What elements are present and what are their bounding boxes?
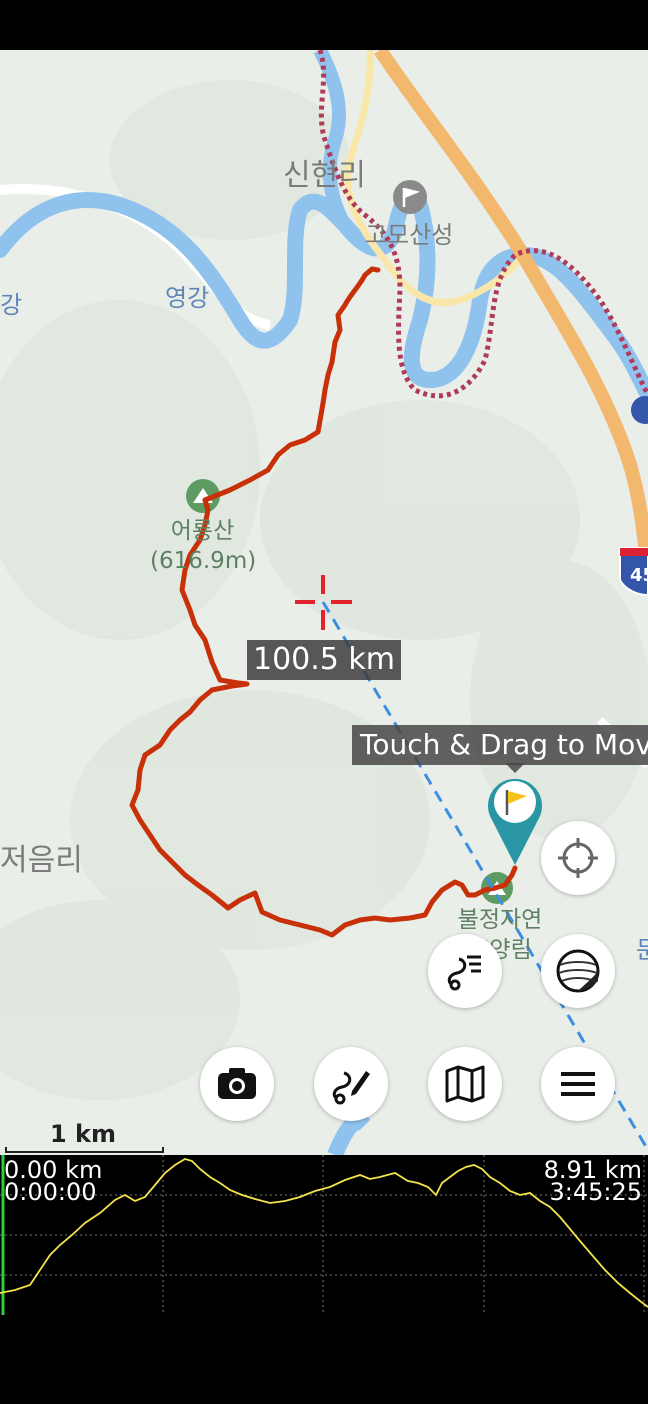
start-time: 0:00:00: [4, 1178, 97, 1206]
menu-button[interactable]: [541, 1047, 615, 1121]
layers-icon: [556, 949, 600, 993]
place-fortress: 고모산성: [365, 221, 454, 249]
maps-button[interactable]: [428, 1047, 502, 1121]
scale-label: 1 km: [50, 1120, 117, 1148]
map-icon: [445, 1065, 485, 1103]
place-right-edge: 문: [636, 936, 648, 964]
place-river-edge: 강: [0, 291, 23, 319]
end-time: 3:45:25: [549, 1178, 642, 1206]
scale-bar: [5, 1147, 164, 1153]
forest-line-1: 불정자연: [457, 907, 543, 933]
tooltip-arrow: [505, 763, 525, 773]
draw-route-icon: [332, 1071, 370, 1105]
fortress-flag-icon: [393, 180, 427, 214]
mountain-elevation: (616.9m): [150, 548, 257, 574]
track-list-icon: [447, 955, 481, 991]
camera-icon: [218, 1068, 256, 1099]
river-south: [327, 1114, 371, 1155]
draw-route-button[interactable]: [314, 1047, 388, 1121]
highway-number: 45: [630, 565, 648, 586]
locate-button[interactable]: [541, 821, 615, 895]
map-view[interactable]: 신현리 고모산성 영강 강 어룡산 (616.9m) 저음리 불정자연 휴양림 …: [0, 50, 648, 1155]
place-mountain: 어룡산 (616.9m): [150, 516, 257, 576]
layers-button[interactable]: [541, 934, 615, 1008]
flag-pin-icon[interactable]: [487, 778, 542, 865]
elevation-end: 8.91 km 3:45:25: [544, 1158, 642, 1206]
navigation-bar: [0, 1315, 648, 1404]
place-village-top: 신현리: [283, 158, 366, 193]
status-bar: [0, 0, 648, 50]
distance-label: 100.5 km: [247, 640, 402, 680]
camera-button[interactable]: [200, 1047, 274, 1121]
menu-icon: [561, 1072, 595, 1096]
place-village-left: 저음리: [0, 843, 83, 878]
highway-shield-edge: [631, 396, 648, 424]
crosshair-icon: [558, 838, 598, 878]
tracks-button[interactable]: [428, 934, 502, 1008]
mountain-name: 어룡산: [170, 518, 235, 544]
place-river: 영강: [165, 284, 210, 312]
elevation-profile[interactable]: 0.00 km 0:00:00 8.91 km 3:45:25: [0, 1155, 648, 1315]
marker-tooltip: Touch & Drag to Move: [352, 725, 648, 765]
elevation-start: 0.00 km 0:00:00: [4, 1158, 102, 1206]
